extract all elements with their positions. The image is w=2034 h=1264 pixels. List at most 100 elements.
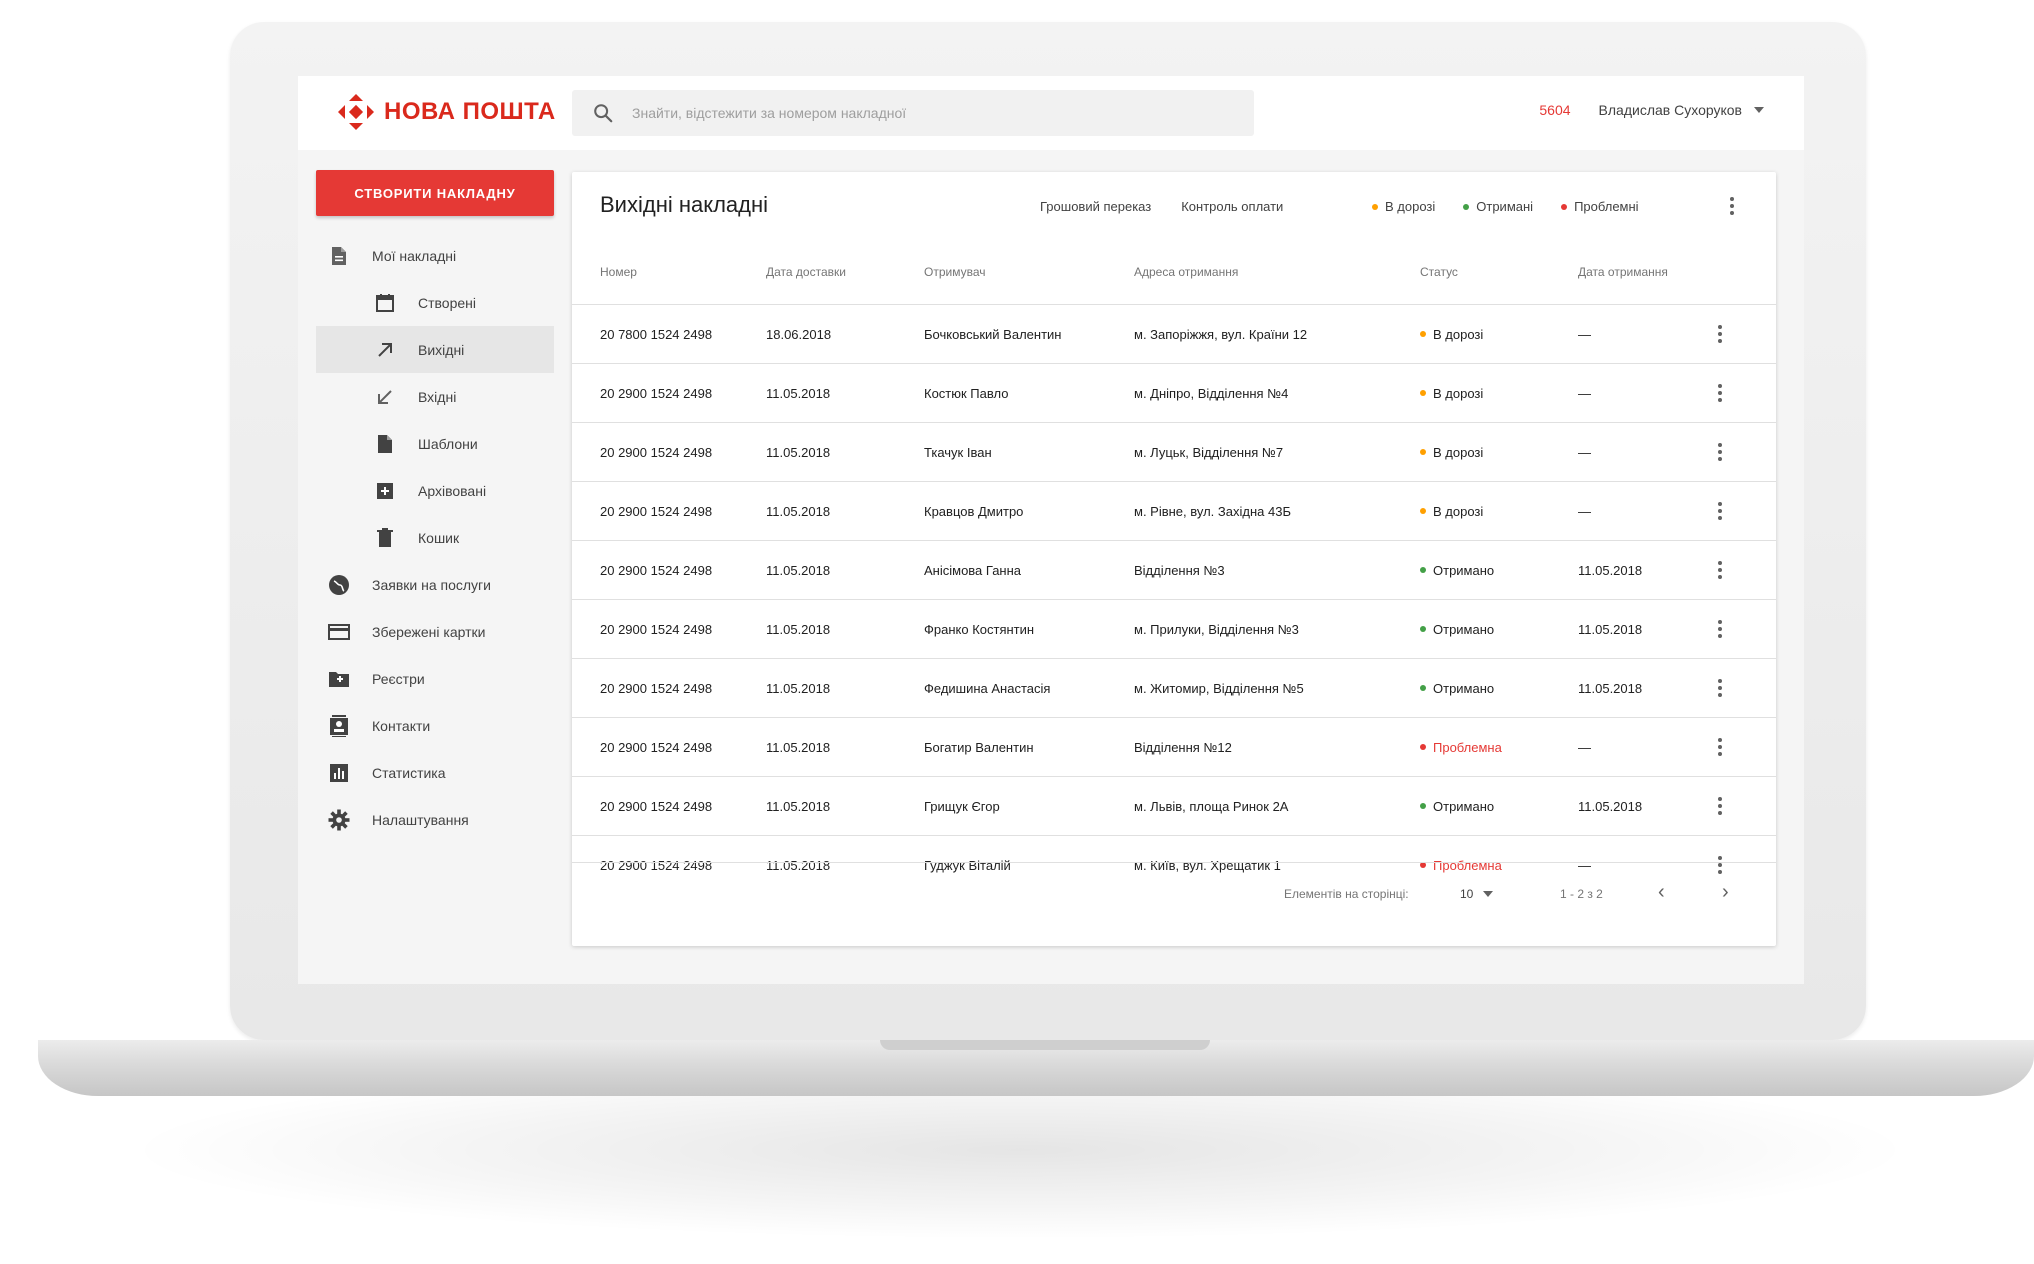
table-row[interactable]: 20 2900 1524 2498 11.05.2018 Грищук Єгор м.… — [572, 776, 1776, 836]
brand-name: НОВА ПОШТА — [384, 98, 556, 125]
chevron-down-icon[interactable] — [1754, 107, 1764, 113]
cell-actions — [1705, 540, 1776, 600]
cell-actions — [1705, 304, 1776, 364]
search-bar[interactable] — [572, 90, 1254, 136]
sidebar-item-8[interactable]: Збережені картки — [316, 608, 554, 655]
cell-actions — [1705, 658, 1776, 718]
table-row[interactable]: 20 2900 1524 2498 11.05.2018 Федишина Анас… — [572, 658, 1776, 718]
cell-delivery-date: 11.05.2018 — [765, 540, 923, 600]
sidebar-nav: Мої накладні Створені Вихідні Вхідні Шаблони… — [316, 232, 554, 843]
cell-address: м. Луцьк, Відділення №7 — [1133, 422, 1419, 482]
status-dot — [1420, 390, 1426, 396]
table-row[interactable]: 20 2900 1524 2498 11.05.2018 Костюк Павло м… — [572, 363, 1776, 423]
table-row[interactable]: 20 2900 1524 2498 11.05.2018 Богатир Вален… — [572, 717, 1776, 777]
cell-recipient: Франко Костянтин — [923, 599, 1133, 659]
sidebar-item-label: Налаштування — [372, 811, 469, 828]
create-invoice-button[interactable]: СТВОРИТИ НАКЛАДНУ — [316, 170, 554, 216]
table-row[interactable]: 20 2900 1524 2498 11.05.2018 Франко Костян… — [572, 599, 1776, 659]
cell-invoice-number: 20 2900 1524 2498 — [572, 540, 765, 600]
more-vert-icon[interactable] — [1710, 735, 1730, 759]
user-name[interactable]: Владислав Сухоруков — [1599, 102, 1742, 118]
more-vert-icon[interactable] — [1710, 381, 1730, 405]
status-badge: В дорозі — [1420, 504, 1576, 519]
more-vert-icon[interactable] — [1710, 499, 1730, 523]
status-badge: В дорозі — [1420, 386, 1576, 401]
status-dot — [1420, 449, 1426, 455]
column-header-status[interactable]: Статус — [1419, 240, 1577, 305]
sidebar-item-6[interactable]: Кошик — [316, 514, 554, 561]
cell-received-date: — — [1577, 717, 1705, 777]
legend-item-0[interactable]: В дорозі — [1372, 199, 1435, 214]
sidebar-item-11[interactable]: Статистика — [316, 749, 554, 796]
cell-delivery-date: 18.06.2018 — [765, 304, 923, 364]
per-page-label: Елементів на сторінці: — [1284, 887, 1409, 901]
table-row[interactable]: 20 2900 1524 2498 11.05.2018 Ткачук Іван м.… — [572, 422, 1776, 482]
sidebar: СТВОРИТИ НАКЛАДНУ Мої накладні Створені Ви… — [316, 170, 554, 843]
status-badge: Отримано — [1420, 799, 1576, 814]
chevron-left-icon[interactable]: ‹ — [1658, 881, 1665, 904]
sidebar-item-label: Кошик — [418, 529, 460, 546]
folder-icon — [326, 666, 352, 692]
status-legend: В дорозі Отримані Проблемні — [1372, 199, 1667, 214]
legend-item-2[interactable]: Проблемні — [1561, 199, 1639, 214]
column-header-recipient[interactable]: Отримувач — [923, 240, 1133, 305]
cell-received-date: 11.05.2018 — [1577, 776, 1705, 836]
sidebar-item-10[interactable]: Контакти — [316, 702, 554, 749]
sidebar-item-1[interactable]: Створені — [316, 279, 554, 326]
cell-invoice-number: 20 7800 1524 2498 — [572, 304, 765, 364]
payment-control-link[interactable]: Контроль оплати — [1181, 199, 1283, 214]
sidebar-item-12[interactable]: Налаштування — [316, 796, 554, 843]
sidebar-item-5[interactable]: Архівовані — [316, 467, 554, 514]
column-header-address[interactable]: Адреса отримання — [1133, 240, 1419, 305]
laptop-base-notch — [880, 1040, 1210, 1050]
more-vert-icon[interactable] — [1710, 617, 1730, 641]
cell-delivery-date: 11.05.2018 — [765, 422, 923, 482]
money-transfer-link[interactable]: Грошовий переказ — [1040, 199, 1151, 214]
sidebar-item-label: Архівовані — [418, 482, 487, 499]
legend-dot — [1463, 203, 1470, 210]
chevron-right-icon[interactable]: › — [1722, 881, 1729, 904]
more-vert-icon[interactable] — [1710, 558, 1730, 582]
more-vert-icon[interactable] — [1710, 676, 1730, 700]
status-label: В дорозі — [1433, 503, 1484, 519]
cell-recipient: Федишина Анастасія — [923, 658, 1133, 718]
legend-item-1[interactable]: Отримані — [1463, 199, 1533, 214]
more-vert-icon[interactable] — [1710, 794, 1730, 818]
sidebar-item-7[interactable]: Заявки на послуги — [316, 561, 554, 608]
cell-invoice-number: 20 2900 1524 2498 — [572, 776, 765, 836]
column-header-number[interactable]: Номер — [572, 240, 765, 305]
status-badge: В дорозі — [1420, 327, 1576, 342]
sidebar-item-0[interactable]: Мої накладні — [316, 232, 554, 279]
brand-logo[interactable]: НОВА ПОШТА — [336, 92, 556, 132]
per-page-select[interactable]: 10 — [1460, 887, 1494, 901]
arrow-up-right-icon — [372, 337, 398, 363]
sidebar-item-label: Створені — [418, 294, 477, 311]
header-right: 5604 Владислав Сухоруков — [1539, 102, 1764, 118]
table-row[interactable]: 20 7800 1524 2498 18.06.2018 Бочковський В… — [572, 304, 1776, 364]
per-page-value: 10 — [1460, 887, 1474, 901]
cell-status: В дорозі — [1419, 422, 1577, 482]
column-header-received-date[interactable]: Дата отримання — [1577, 240, 1705, 305]
cell-invoice-number: 20 2900 1524 2498 — [572, 363, 765, 423]
more-vert-icon[interactable] — [1710, 440, 1730, 464]
sidebar-item-3[interactable]: Вхідні — [316, 373, 554, 420]
cell-delivery-date: 11.05.2018 — [765, 481, 923, 541]
sidebar-item-label: Збережені картки — [372, 623, 486, 640]
legend-label: Отримані — [1476, 199, 1534, 214]
table-row[interactable]: 20 2900 1524 2498 11.05.2018 Кравцов Дмитр… — [572, 481, 1776, 541]
status-label: В дорозі — [1433, 444, 1484, 460]
cell-status: Отримано — [1419, 540, 1577, 600]
table-row[interactable]: 20 2900 1524 2498 11.05.2018 Анісімова Ган… — [572, 540, 1776, 600]
archive-icon — [372, 478, 398, 504]
cell-status: Отримано — [1419, 599, 1577, 659]
globe-icon — [326, 572, 352, 598]
more-vert-icon[interactable] — [1722, 194, 1742, 218]
column-header-delivery-date[interactable]: Дата доставки — [765, 240, 923, 305]
sidebar-item-2[interactable]: Вихідні — [316, 326, 554, 373]
more-vert-icon[interactable] — [1710, 322, 1730, 346]
sidebar-item-4[interactable]: Шаблони — [316, 420, 554, 467]
cell-actions — [1705, 776, 1776, 836]
search-input[interactable] — [630, 104, 1234, 122]
account-code[interactable]: 5604 — [1539, 102, 1570, 118]
sidebar-item-9[interactable]: Реєстри — [316, 655, 554, 702]
